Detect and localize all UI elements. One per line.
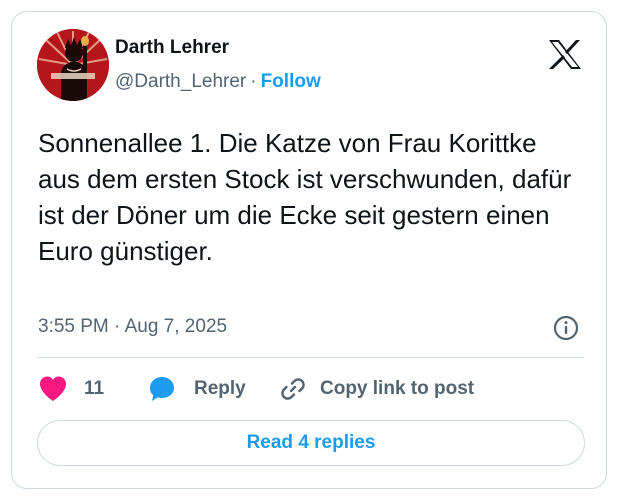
reply-button[interactable]: Reply	[148, 373, 246, 405]
like-count: 11	[84, 378, 105, 399]
follow-button[interactable]: Follow	[261, 71, 321, 92]
avatar[interactable]	[37, 29, 109, 101]
read-replies-button[interactable]: Read 4 replies	[37, 420, 585, 466]
read-replies-label: Read 4 replies	[246, 432, 376, 453]
x-logo-icon[interactable]	[548, 39, 582, 70]
reply-label: Reply	[194, 378, 246, 399]
link-icon	[280, 376, 306, 402]
tweet-text: Sonnenallee 1. Die Katze von Frau Koritt…	[38, 128, 572, 266]
speech-bubble-icon	[148, 375, 176, 403]
avatar-image	[37, 29, 109, 101]
copy-link-button[interactable]: Copy link to post	[280, 373, 474, 405]
author-name[interactable]: Darth Lehrer	[115, 37, 229, 59]
divider	[38, 357, 584, 358]
like-button[interactable]: 11	[38, 373, 104, 405]
heart-icon	[38, 375, 68, 403]
author-handle[interactable]: @Darth_Lehrer	[115, 71, 246, 92]
info-icon[interactable]	[553, 315, 579, 341]
tweet-card: Darth Lehrer @Darth_Lehrer · Follow Sonnen…	[11, 11, 607, 489]
handle-row: @Darth_Lehrer · Follow	[115, 71, 321, 93]
timestamp[interactable]: 3:55 PM · Aug 7, 2025	[38, 316, 227, 338]
separator-dot: ·	[250, 71, 257, 92]
copy-link-label: Copy link to post	[320, 378, 475, 399]
